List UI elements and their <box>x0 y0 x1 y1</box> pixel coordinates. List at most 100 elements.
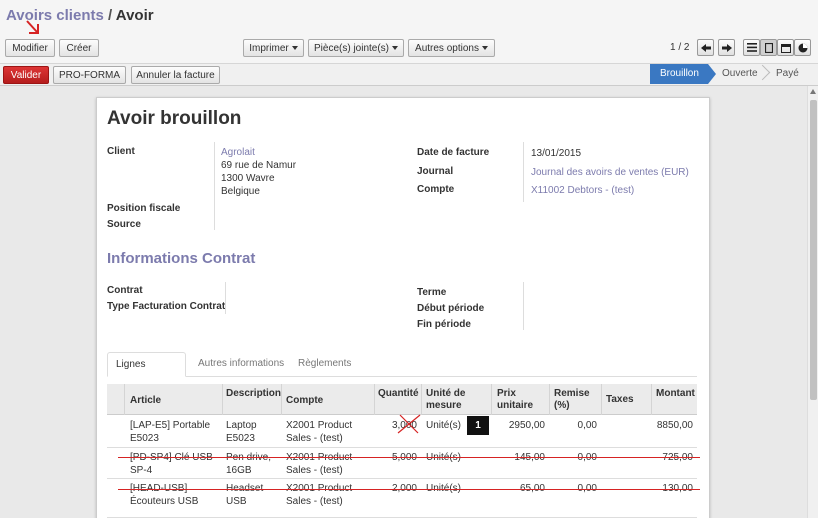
row-account: X2001 ProductSales - (test) <box>286 482 352 508</box>
journal-label: Journal <box>417 166 454 177</box>
graph-view-button[interactable] <box>794 39 811 56</box>
column-header-taxes[interactable]: Taxes <box>606 394 634 406</box>
invoice-date-value: 13/01/2015 <box>531 148 582 159</box>
fiscal-position-label: Position fiscale <box>107 203 181 214</box>
row-article: [HEAD-USB]Écouteurs USB <box>130 482 198 508</box>
scrollbar-thumb[interactable] <box>810 100 817 400</box>
row-article-line: E5023 <box>130 433 159 444</box>
breadcrumb-parent-link[interactable]: Avoirs clients <box>6 7 104 24</box>
column-header-uom-line: Unité de <box>426 388 466 399</box>
edit-button[interactable]: Modifier <box>5 39 55 57</box>
step-number-badge: 1 <box>467 416 489 435</box>
column-divider <box>549 384 550 415</box>
cross-out-annotation-icon <box>397 414 421 434</box>
strike-through-annotation <box>118 457 700 458</box>
contract-label: Contrat <box>107 285 143 296</box>
column-divider <box>491 384 492 415</box>
more-options-dropdown-button[interactable]: Autres options <box>408 39 495 57</box>
attachments-dropdown-button[interactable]: Pièce(s) jointe(s) <box>308 39 404 57</box>
list-view-button[interactable] <box>743 39 760 56</box>
create-button[interactable]: Créer <box>59 39 99 57</box>
chevron-down-icon <box>291 46 298 50</box>
cancel-invoice-button[interactable]: Annuler la facture <box>131 66 220 84</box>
tab-other-information[interactable]: Autres informations <box>190 352 292 377</box>
column-header-account[interactable]: Compte <box>286 395 323 407</box>
breadcrumb-current: Avoir <box>115 7 154 24</box>
status-bar: Brouillon Ouverte Payé <box>650 64 810 84</box>
column-divider <box>281 384 282 415</box>
column-header-unit-price-line: unitaire <box>497 400 534 411</box>
column-header-description[interactable]: Description <box>226 388 281 400</box>
row-account: X2001 ProductSales - (test) <box>286 451 352 477</box>
field-divider <box>523 142 524 202</box>
row-description: HeadsetUSB <box>226 482 263 508</box>
billing-type-label: Type Facturation Contrat <box>107 301 226 312</box>
row-article: [LAP-E5] Portable E5023 <box>130 419 210 445</box>
source-label: Source <box>107 219 141 230</box>
contract-section-title: Informations Contrat <box>107 250 256 267</box>
column-header-unit-price-line: Prix <box>497 388 516 399</box>
row-description: Pen drive,16GB <box>226 451 271 477</box>
row-account-line: Sales - (test) <box>286 465 343 476</box>
print-dropdown-button[interactable]: Imprimer <box>243 39 304 57</box>
row-uom: Unité(s) <box>426 420 462 431</box>
column-divider <box>374 384 375 415</box>
tab-payments[interactable]: Règlements <box>290 352 359 377</box>
calendar-view-button[interactable] <box>777 39 794 56</box>
red-arrow-annotation-icon <box>26 20 39 34</box>
status-paid[interactable]: Payé <box>762 64 810 84</box>
client-name-link[interactable]: Agrolait <box>221 147 255 158</box>
strike-through-annotation <box>118 489 700 490</box>
row-amount: 8850,00 <box>656 420 693 431</box>
attachments-label: Pièce(s) jointe(s) <box>313 42 390 54</box>
row-account-line: Sales - (test) <box>286 496 343 507</box>
row-description-line: Laptop <box>226 420 257 431</box>
validate-button[interactable]: Valider <box>3 66 49 84</box>
account-label: Compte <box>417 184 455 195</box>
field-divider <box>214 142 215 230</box>
row-unit-price: 2950,00 <box>508 420 545 431</box>
tab-invoice-lines[interactable]: Lignes Facture <box>107 352 186 394</box>
column-header-discount[interactable]: Remise (%) <box>554 388 590 412</box>
page-scrollbar[interactable] <box>807 86 818 518</box>
row-description-line: E5023 <box>226 433 255 444</box>
calendar-icon <box>780 43 791 53</box>
period-end-label: Fin période <box>417 319 471 330</box>
column-divider <box>124 384 125 415</box>
form-view-button[interactable] <box>760 39 777 56</box>
period-start-label: Début période <box>417 303 485 314</box>
account-link[interactable]: X11002 Debtors - (test) <box>531 185 634 196</box>
proforma-button[interactable]: PRO-FORMA <box>53 66 126 84</box>
column-header-discount-line: Remise <box>554 388 590 399</box>
status-open[interactable]: Ouverte <box>708 64 762 84</box>
field-divider <box>523 282 524 330</box>
form-icon <box>764 42 773 53</box>
column-header-quantity[interactable]: Quantité <box>378 388 419 400</box>
column-header-uom[interactable]: Unité de mesure <box>426 388 465 412</box>
tab-bar: Lignes Facture Autres informations Règle… <box>107 352 697 394</box>
column-divider <box>421 384 422 415</box>
print-label: Imprimer <box>249 42 289 54</box>
chevron-down-icon <box>481 46 488 50</box>
row-account: X2001 ProductSales - (test) <box>286 419 352 445</box>
client-address-line: Belgique <box>221 186 260 197</box>
status-draft: Brouillon <box>650 64 716 84</box>
column-divider <box>222 384 223 415</box>
column-header-amount[interactable]: Montant <box>656 388 695 400</box>
arrow-left-icon <box>700 43 711 52</box>
scroll-up-icon[interactable] <box>810 89 816 94</box>
pager-counter: 1 / 2 <box>670 42 690 53</box>
journal-link[interactable]: Journal des avoirs de ventes (EUR) <box>531 167 689 178</box>
list-icon <box>746 43 757 52</box>
column-header-article[interactable]: Article <box>130 395 161 407</box>
invoice-date-label: Date de facture <box>417 147 490 158</box>
row-description: Laptop E5023 <box>226 419 257 445</box>
column-header-unit-price[interactable]: Prix unitaire <box>497 388 533 412</box>
client-label: Client <box>107 146 135 157</box>
previous-record-button[interactable] <box>697 39 714 56</box>
row-article: [PD-SP4] Clé USBSP-4 <box>130 451 213 477</box>
client-address-line: 69 rue de Namur <box>221 160 297 171</box>
next-record-button[interactable] <box>718 39 735 56</box>
client-address-line: 1300 Wavre <box>221 173 275 184</box>
row-account-line: X2001 Product <box>286 420 353 431</box>
